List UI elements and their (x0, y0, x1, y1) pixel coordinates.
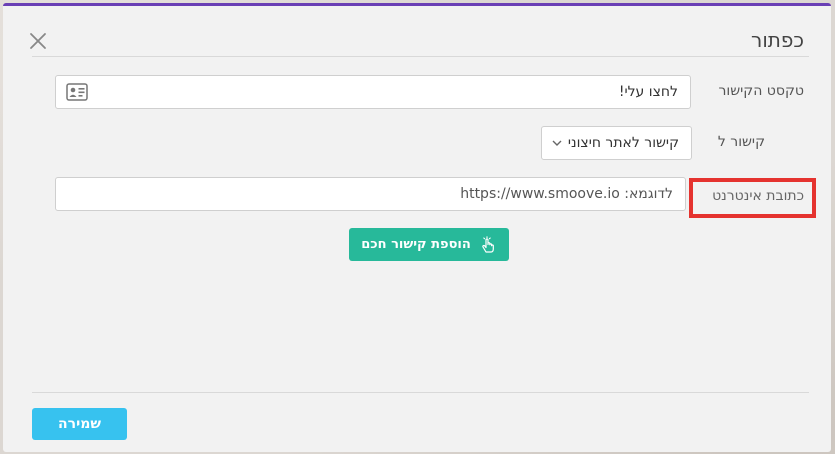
link-to-label: קישור ל (717, 134, 765, 150)
chevron-down-icon (552, 140, 562, 146)
link-type-selected: קישור לאתר חיצוני (567, 135, 679, 151)
link-text-label: טקסט הקישור (718, 83, 804, 99)
button-settings-dialog: כפתור טקסט הקישור קישור ל קישור לאתר חיצ… (3, 3, 831, 452)
dialog-title: כפתור (751, 28, 804, 52)
url-input[interactable] (55, 177, 686, 211)
add-smart-link-button[interactable]: הוספת קישור חכם (349, 228, 509, 261)
close-icon[interactable] (29, 32, 47, 50)
link-text-input[interactable] (55, 75, 691, 109)
contact-card-icon (66, 83, 88, 101)
footer-divider (32, 392, 809, 393)
header-divider (32, 56, 809, 57)
add-smart-link-label: הוספת קישור חכם (361, 237, 471, 252)
url-label: כתובת אינטרנט (689, 178, 816, 218)
save-button[interactable]: שמירה (32, 408, 127, 440)
hand-pointer-icon (482, 235, 494, 253)
link-type-select[interactable]: קישור לאתר חיצוני (541, 126, 692, 160)
